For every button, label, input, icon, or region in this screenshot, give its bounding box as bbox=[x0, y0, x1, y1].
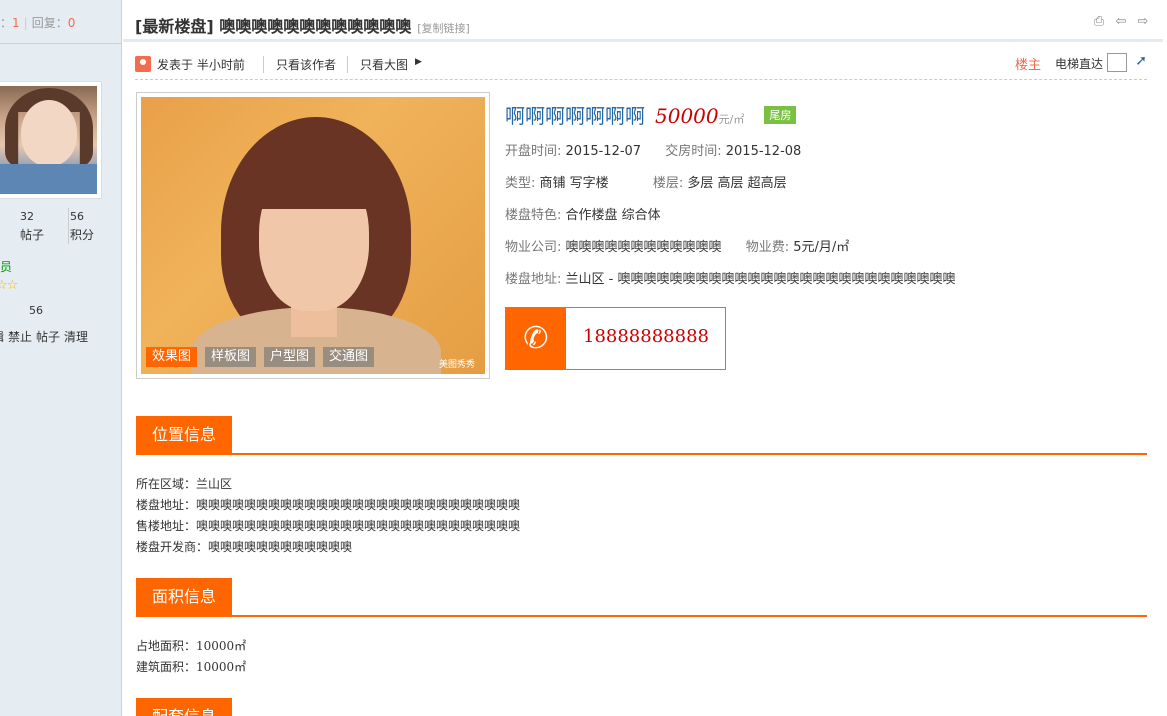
property-address-line: 楼盘地址：噢噢噢噢噢噢噢噢噢噢噢噢噢噢噢噢噢噢噢噢噢噢噢噢噢噢噢 bbox=[136, 498, 521, 512]
points-count: 56 bbox=[70, 210, 84, 223]
posts-count: 32 bbox=[20, 210, 34, 223]
post-time: 发表于 半小时前 bbox=[157, 58, 245, 72]
sales-address-line: 售楼地址：噢噢噢噢噢噢噢噢噢噢噢噢噢噢噢噢噢噢噢噢噢噢噢噢噢噢噢 bbox=[136, 519, 521, 533]
main-content: [最新楼盘] 噢噢噢噢噢噢噢噢噢噢噢噢 [复制链接] ⎙ ⇦ ⇨ 发表于 半小时前… bbox=[123, 0, 1167, 716]
photo-tabs: 效果图 样板图 户型图 交通图 bbox=[146, 347, 375, 367]
title-bar: [最新楼盘] 噢噢噢噢噢噢噢噢噢噢噢噢 [复制链接] ⎙ ⇦ ⇨ bbox=[123, 0, 1163, 42]
fee-label: 物业费: bbox=[745, 240, 790, 255]
property-gallery: 效果图 样板图 户型图 交通图 美图秀秀 bbox=[136, 92, 490, 379]
location-section-title: 位置信息 bbox=[136, 416, 233, 453]
address-row: 楼盘地址: 兰山区 - 噢噢噢噢噢噢噢噢噢噢噢噢噢噢噢噢噢噢噢噢噢噢噢噢噢噢 bbox=[505, 264, 1155, 296]
points-label: 积分 bbox=[70, 228, 95, 242]
avatar-image[interactable] bbox=[0, 86, 97, 194]
post-meta-bar: 发表于 半小时前 只看该作者 只看大图 ▶ 楼主 电梯直达 ➚ bbox=[135, 52, 1147, 80]
thread-title-text: [最新楼盘] 噢噢噢噢噢噢噢噢噢噢噢噢 bbox=[135, 17, 412, 36]
copy-link[interactable]: [复制链接] bbox=[417, 22, 470, 35]
property-info: 啊啊啊啊啊啊啊 50000元/㎡ 尾房 开盘时间: 2015-12-07 交房时间:… bbox=[505, 100, 1155, 370]
admin-link-clean[interactable]: 清理 bbox=[64, 330, 88, 344]
admin-link-posts[interactable]: 帖子 bbox=[36, 330, 60, 344]
admin-link-ban[interactable]: 禁止 bbox=[8, 330, 32, 344]
views-count: 1 bbox=[12, 16, 20, 30]
handover-date-label: 交房时间: bbox=[665, 144, 722, 159]
print-icon[interactable]: ⎙ bbox=[1091, 14, 1107, 30]
user-credit: 56 bbox=[29, 304, 43, 317]
floor-value: 多层 高层 超高层 bbox=[687, 176, 787, 191]
feature-value: 合作楼盘 综合体 bbox=[565, 208, 661, 223]
rank-stars-icon: ☆☆ bbox=[0, 278, 18, 293]
big-image-link[interactable]: 只看大图 bbox=[347, 56, 408, 73]
admin-links: 辑禁止帖子清理 bbox=[0, 328, 92, 345]
admin-link-edit[interactable]: 辑 bbox=[0, 330, 4, 344]
status-badge: 尾房 bbox=[764, 106, 797, 124]
tab-floorplan[interactable]: 户型图 bbox=[264, 347, 316, 367]
property-photo[interactable]: 效果图 样板图 户型图 交通图 美图秀秀 bbox=[141, 97, 485, 374]
posts-stat[interactable]: 32 帖子 bbox=[20, 208, 60, 244]
user-group[interactable]: 员 bbox=[0, 258, 12, 275]
land-area-line: 占地面积：10000㎡ bbox=[136, 639, 247, 653]
open-date: 2015-12-07 bbox=[565, 144, 642, 159]
dates-row: 开盘时间: 2015-12-07 交房时间: 2015-12-08 bbox=[505, 136, 1155, 168]
address-value: 兰山区 - 噢噢噢噢噢噢噢噢噢噢噢噢噢噢噢噢噢噢噢噢噢噢噢噢噢噢 bbox=[565, 272, 956, 287]
phone-box[interactable]: ✆ 18888888888 bbox=[505, 307, 726, 370]
phone-number[interactable]: 18888888888 bbox=[583, 326, 709, 347]
tab-effect[interactable]: 效果图 bbox=[146, 347, 198, 367]
support-section: 配套信息 bbox=[136, 698, 1147, 716]
floor-jump-input[interactable] bbox=[1107, 53, 1127, 72]
views-label: 查看： bbox=[0, 16, 13, 30]
phone-icon: ✆ bbox=[506, 308, 566, 369]
replies-count: 0 bbox=[67, 16, 76, 30]
thread-title: [最新楼盘] 噢噢噢噢噢噢噢噢噢噢噢噢 [复制链接] bbox=[135, 13, 470, 37]
tab-sample[interactable]: 样板图 bbox=[205, 347, 257, 367]
arrow-right-icon[interactable]: ▶ bbox=[415, 57, 422, 67]
district-line: 所在区域：兰山区 bbox=[136, 477, 233, 491]
avatar[interactable] bbox=[0, 81, 102, 199]
sidebar: 查看：1|回复：0 32 帖子 56 积分 员 ☆☆ 56 辑禁止帖子清理 bbox=[0, 0, 122, 716]
developer-line: 楼盘开发商：噢噢噢噢噢噢噢噢噢噢噢噢 bbox=[136, 540, 353, 554]
type-value: 商铺 写字楼 bbox=[539, 176, 609, 191]
watermark: 美图秀秀 bbox=[438, 360, 475, 370]
company-label: 物业公司: bbox=[505, 240, 562, 255]
online-icon bbox=[135, 56, 151, 72]
tab-traffic[interactable]: 交通图 bbox=[323, 347, 375, 367]
feature-row: 楼盘特色: 合作楼盘 综合体 bbox=[505, 200, 1155, 232]
thread-stats: 查看：1|回复：0 bbox=[0, 0, 122, 44]
company-row: 物业公司: 噢噢噢噢噢噢噢噢噢噢噢噢 物业费: 5元/月/㎡ bbox=[505, 232, 1155, 264]
handover-date: 2015-12-08 bbox=[725, 144, 802, 159]
support-section-title: 配套信息 bbox=[136, 698, 233, 716]
company-value: 噢噢噢噢噢噢噢噢噢噢噢噢 bbox=[565, 240, 722, 255]
jump-go-icon[interactable]: ➚ bbox=[1135, 53, 1147, 69]
op-label: 楼主 bbox=[1014, 58, 1041, 73]
property-name: 啊啊啊啊啊啊啊 bbox=[505, 104, 645, 128]
feature-label: 楼盘特色: bbox=[505, 208, 562, 223]
points-stat[interactable]: 56 积分 bbox=[68, 208, 108, 244]
type-row: 类型: 商铺 写字楼 楼层: 多层 高层 超高层 bbox=[505, 168, 1155, 200]
type-label: 类型: bbox=[505, 176, 536, 191]
area-section: 面积信息 占地面积：10000㎡ 建筑面积：10000㎡ bbox=[136, 578, 1147, 678]
location-section: 位置信息 所在区域：兰山区 楼盘地址：噢噢噢噢噢噢噢噢噢噢噢噢噢噢噢噢噢噢噢噢噢… bbox=[136, 416, 1147, 558]
property-header: 啊啊啊啊啊啊啊 50000元/㎡ 尾房 bbox=[505, 100, 1155, 136]
only-author-link[interactable]: 只看该作者 bbox=[263, 56, 336, 73]
next-thread-icon[interactable]: ⇨ bbox=[1135, 14, 1151, 30]
building-area-line: 建筑面积：10000㎡ bbox=[136, 660, 247, 674]
title-icons: ⎙ ⇦ ⇨ bbox=[1091, 14, 1151, 30]
prev-thread-icon[interactable]: ⇦ bbox=[1113, 14, 1129, 30]
property-price: 50000 bbox=[655, 104, 719, 128]
area-section-title: 面积信息 bbox=[136, 578, 233, 615]
floor-label: 楼层: bbox=[652, 176, 684, 191]
posts-label: 帖子 bbox=[20, 228, 45, 242]
open-date-label: 开盘时间: bbox=[505, 144, 562, 159]
price-unit: 元/㎡ bbox=[718, 113, 745, 126]
fee-value: 5元/月/㎡ bbox=[793, 240, 850, 255]
elevator-label: 电梯直达 bbox=[1054, 57, 1103, 71]
replies-label: 回复： bbox=[31, 16, 68, 30]
address-label: 楼盘地址: bbox=[505, 272, 562, 287]
